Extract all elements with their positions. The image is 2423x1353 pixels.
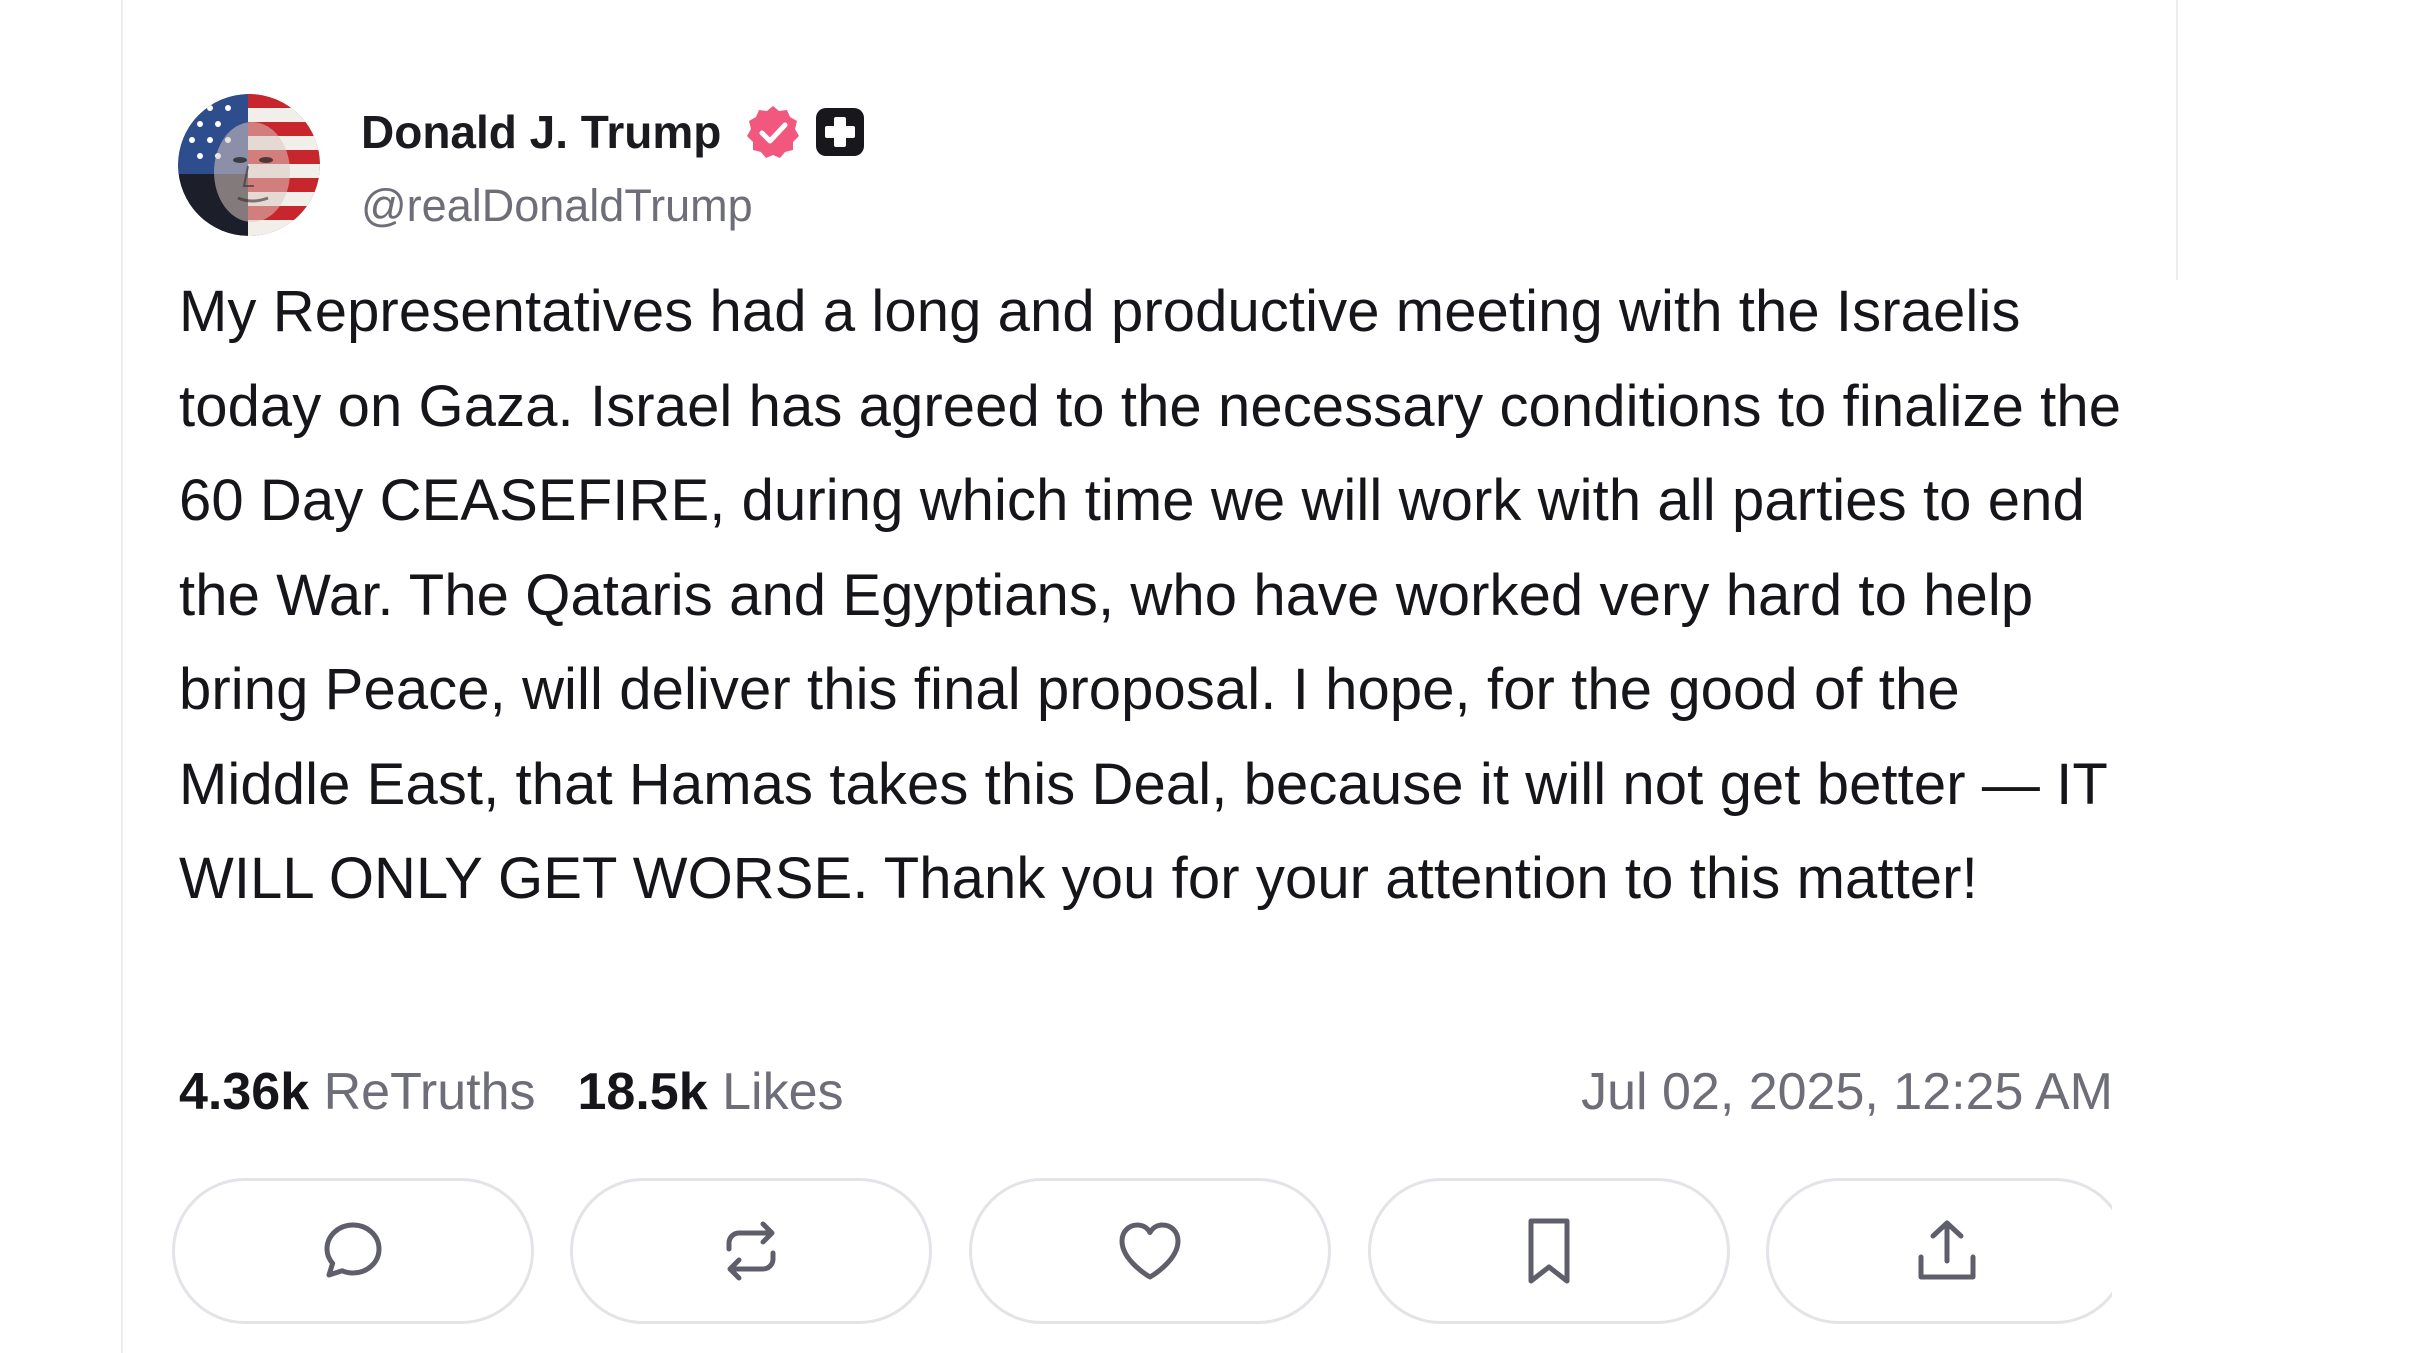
retruths-stat[interactable]: 4.36k ReTruths bbox=[179, 1063, 536, 1121]
likes-stat[interactable]: 18.5k Likes bbox=[578, 1063, 844, 1121]
user-handle[interactable]: @realDonaldTrump bbox=[361, 178, 753, 234]
display-name[interactable]: Donald J. Trump bbox=[361, 104, 721, 160]
reply-icon bbox=[324, 1222, 382, 1278]
share-button[interactable] bbox=[1766, 1178, 2112, 1324]
post-body: My Representatives had a long and produc… bbox=[179, 279, 2122, 911]
post-card: Donald J. Trump @realDonaldTrump My Repr… bbox=[0, 0, 2423, 1353]
action-bar bbox=[172, 1178, 2112, 1330]
retruth-icon bbox=[726, 1221, 776, 1281]
heart-icon bbox=[1119, 1222, 1181, 1280]
likes-count: 18.5k bbox=[577, 1063, 708, 1121]
share-icon bbox=[1918, 1220, 1976, 1280]
bookmark-icon bbox=[1528, 1218, 1570, 1284]
plus-badge-icon bbox=[816, 108, 864, 156]
bookmark-button[interactable] bbox=[1368, 1178, 1730, 1324]
retruths-label: ReTruths bbox=[323, 1063, 536, 1121]
retruths-count: 4.36k bbox=[179, 1063, 310, 1121]
post-stats: 4.36k ReTruths 18.5k Likes bbox=[179, 1060, 844, 1124]
card-border-left bbox=[121, 0, 123, 1353]
reply-button[interactable] bbox=[172, 1178, 534, 1324]
flag-portrait-avatar-icon bbox=[178, 94, 320, 236]
retruth-button[interactable] bbox=[570, 1178, 932, 1324]
post-timestamp[interactable]: Jul 02, 2025, 12:25 AM bbox=[1581, 1060, 2113, 1124]
card-border-right bbox=[2176, 0, 2178, 280]
verified-badge-icon bbox=[747, 106, 799, 158]
like-button[interactable] bbox=[969, 1178, 1331, 1324]
likes-label: Likes bbox=[722, 1063, 844, 1121]
avatar[interactable] bbox=[178, 94, 320, 236]
